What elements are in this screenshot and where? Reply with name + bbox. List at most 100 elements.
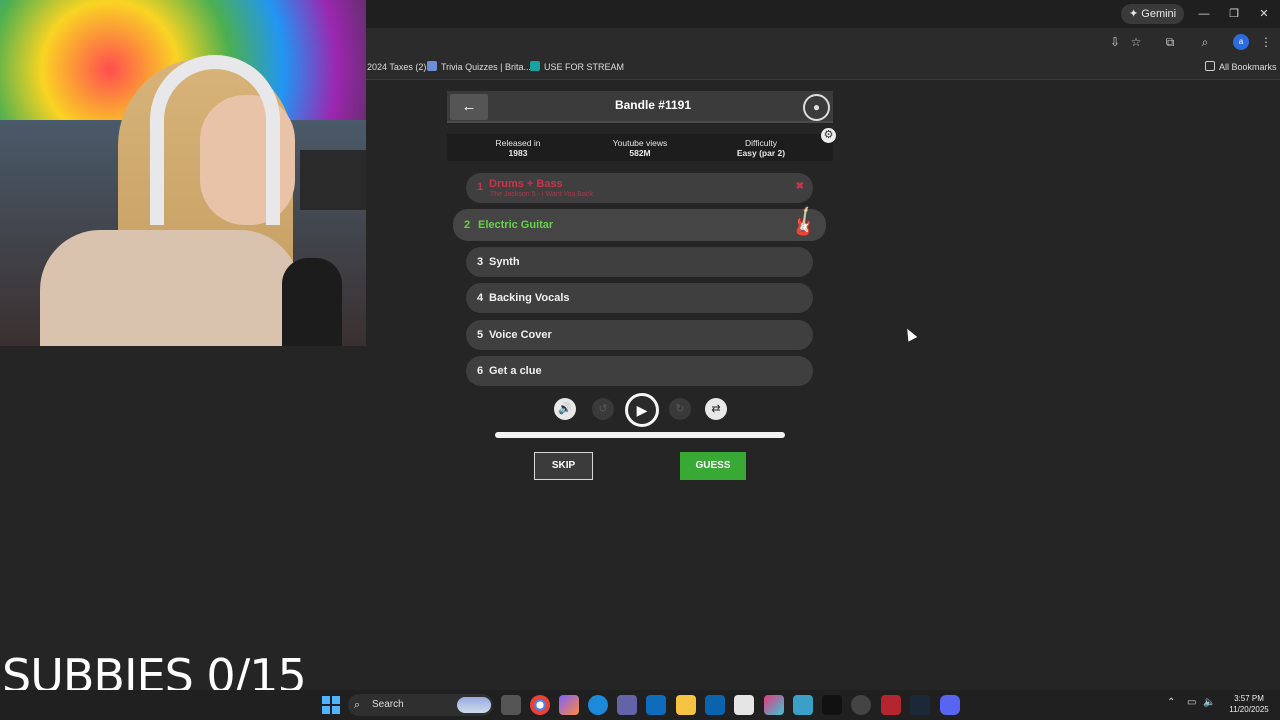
back-button[interactable]: ← — [450, 94, 488, 120]
webcam-microphone — [282, 258, 342, 346]
bookmark-label: Trivia Quizzes | Brita... — [441, 62, 532, 72]
difficulty-label: Difficulty — [745, 138, 777, 148]
shuffle-icon[interactable]: ⇄ — [705, 398, 727, 420]
track-number: 2 — [464, 219, 471, 231]
copilot-icon[interactable] — [559, 695, 579, 715]
tray-chevron-icon[interactable]: ⌃ — [1167, 697, 1175, 708]
network-icon[interactable]: ▭ — [1187, 697, 1196, 708]
track-name: Backing Vocals — [489, 292, 570, 304]
track-6[interactable]: 6 Get a clue — [466, 356, 813, 386]
outlook-icon[interactable] — [705, 695, 725, 715]
install-app-icon[interactable]: ⇩ — [1107, 34, 1123, 50]
arrow-left-icon: ← — [461, 98, 477, 115]
search-label: Search — [372, 699, 404, 710]
menu-dots-icon[interactable]: ⋮ — [1258, 34, 1274, 50]
chrome-icon[interactable] — [530, 695, 550, 715]
wrong-mark-icon: ✖ — [795, 181, 804, 192]
clock-time: 3:57 PM — [1234, 694, 1264, 703]
track-name: Drums + Bass — [489, 178, 563, 190]
stream-icon — [530, 61, 540, 71]
playback-progress-bar[interactable] — [495, 432, 785, 438]
taskbar-clock[interactable]: 3:57 PM 11/20/2025 — [1224, 693, 1274, 715]
file-explorer-icon[interactable] — [676, 695, 696, 715]
play-icon: ▶ — [636, 402, 648, 418]
bookmark-label: USE FOR STREAM — [544, 62, 625, 72]
steam-icon[interactable] — [910, 695, 930, 715]
released-info: Released in 1983 — [463, 138, 573, 158]
close-icon[interactable]: ✕ — [1256, 6, 1272, 22]
clock-date: 11/20/2025 — [1229, 705, 1269, 714]
views-info: Youtube views 582M — [585, 138, 695, 158]
webcam-overlay — [0, 0, 366, 346]
capcut-icon[interactable] — [822, 695, 842, 715]
discord-icon[interactable] — [940, 695, 960, 715]
track-name: Electric Guitar — [478, 219, 554, 231]
guess-button[interactable]: GUESS — [680, 452, 746, 480]
webcam-headset — [150, 55, 280, 225]
track-2[interactable]: 2 Electric Guitar 🎸 — [453, 204, 826, 241]
webcam-person-sweater — [40, 230, 300, 346]
track-5[interactable]: 5 Voice Cover — [466, 320, 813, 350]
views-value: 582M — [629, 148, 651, 158]
mail-icon[interactable] — [646, 695, 666, 715]
play-button[interactable]: ▶ — [625, 393, 659, 427]
track-name: Voice Cover — [489, 329, 552, 341]
track-name: Synth — [489, 256, 520, 268]
search-highlight-image — [457, 697, 491, 713]
all-bookmarks-label: All Bookmarks — [1219, 62, 1277, 72]
profile-button[interactable]: ● — [803, 94, 830, 121]
game-title: Bandle #1191 — [614, 98, 692, 112]
trivia-icon — [427, 61, 437, 71]
track-number: 1 — [477, 181, 484, 193]
bookmark-taxes[interactable]: 2024 Taxes (2) — [367, 60, 426, 74]
taskbar — [0, 690, 1280, 720]
search-icon: ⌕ — [354, 699, 361, 711]
tab-search-icon[interactable]: ⌕ — [1197, 34, 1213, 50]
difficulty-info: Difficulty Easy (par 2) — [706, 138, 816, 158]
released-label: Released in — [495, 138, 541, 148]
track-3[interactable]: 3 Synth — [466, 247, 813, 277]
bookmark-use-for-stream[interactable]: USE FOR STREAM — [530, 60, 624, 74]
all-bookmarks[interactable]: All Bookmarks — [1205, 60, 1277, 74]
extensions-icon[interactable]: ⧉ — [1162, 34, 1178, 50]
bookmark-star-icon[interactable]: ☆ — [1128, 34, 1144, 50]
guitar-icon: 🎸 — [785, 204, 823, 241]
gemini-button[interactable]: ✦ Gemini — [1121, 4, 1185, 24]
track-4[interactable]: 4 Backing Vocals — [466, 283, 813, 313]
edge-icon[interactable] — [588, 695, 608, 715]
views-label: Youtube views — [612, 138, 668, 148]
bookmark-label: 2024 Taxes (2) — [367, 62, 427, 72]
folder-icon — [1205, 61, 1215, 71]
track-1[interactable]: 1 Drums + Bass The Jackson 5 - I Want Yo… — [466, 173, 813, 203]
obs-icon[interactable] — [851, 695, 871, 715]
app-icon[interactable] — [793, 695, 813, 715]
track-name: Get a clue — [489, 365, 542, 377]
difficulty-value: Easy (par 2) — [736, 148, 786, 158]
forward-icon[interactable]: ↻ — [669, 398, 691, 420]
volume-icon[interactable]: 🔊 — [554, 398, 576, 420]
m365-icon[interactable] — [764, 695, 784, 715]
track-number: 3 — [477, 256, 484, 268]
mouse-cursor-icon — [902, 326, 918, 342]
store-icon[interactable] — [734, 695, 754, 715]
restore-icon[interactable]: ❐ — [1226, 6, 1242, 22]
teams-icon[interactable] — [617, 695, 637, 715]
speaker-icon[interactable]: 🔈 — [1203, 697, 1215, 708]
rewind-icon[interactable]: ↺ — [592, 398, 614, 420]
skip-button[interactable]: SKIP — [534, 452, 593, 480]
track-number: 5 — [477, 329, 484, 341]
track-number: 6 — [477, 365, 484, 377]
webcam-shelf — [300, 150, 366, 210]
task-view-icon[interactable] — [501, 695, 521, 715]
track-number: 4 — [477, 292, 484, 304]
bookmark-trivia[interactable]: Trivia Quizzes | Brita... — [427, 60, 531, 74]
gemini-label: Gemini — [1141, 8, 1177, 20]
windows-start-icon[interactable] — [322, 696, 340, 714]
settings-gear-icon[interactable]: ⚙ — [821, 128, 836, 143]
minimize-icon[interactable]: — — [1196, 6, 1212, 22]
released-value: 1983 — [508, 148, 528, 158]
taskbar-search[interactable]: ⌕ Search — [348, 694, 493, 716]
amd-icon[interactable] — [881, 695, 901, 715]
user-icon: ● — [812, 100, 821, 114]
profile-avatar-icon[interactable]: a — [1233, 34, 1249, 50]
